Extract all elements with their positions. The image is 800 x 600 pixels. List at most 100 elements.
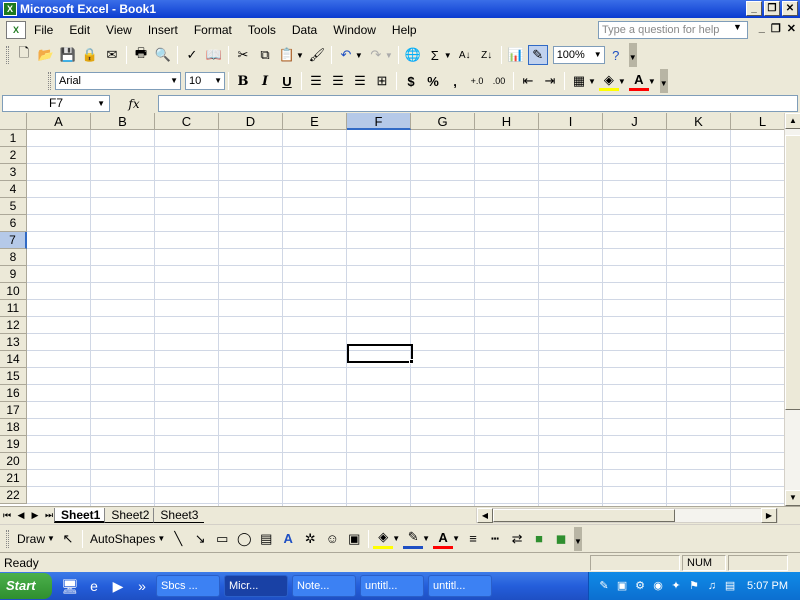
paste-icon[interactable]: 📋 [277, 45, 297, 65]
borders-dropdown-icon[interactable]: ▼ [588, 77, 596, 86]
font-select[interactable]: Arial ▼ [55, 72, 181, 90]
row-header-1[interactable]: 1 [0, 130, 27, 147]
clip-art-icon[interactable]: ☺ [322, 529, 342, 549]
select-all-button[interactable] [0, 113, 27, 130]
menu-insert[interactable]: Insert [140, 23, 186, 37]
align-right-icon[interactable]: ☰ [350, 71, 370, 91]
workbook-minimize-icon[interactable]: _ [759, 22, 765, 35]
column-header-b[interactable]: B [91, 113, 155, 130]
task-button-notepad[interactable]: Note... [292, 575, 356, 597]
scroll-up-button[interactable]: ▲ [785, 113, 800, 129]
align-left-icon[interactable]: ☰ [306, 71, 326, 91]
select-objects-icon[interactable]: ↖ [58, 529, 78, 549]
tray-app-icon[interactable]: ◉ [651, 579, 665, 593]
open-icon[interactable]: 📂 [36, 45, 56, 65]
name-box-dropdown-icon[interactable]: ▼ [97, 96, 105, 111]
redo-icon[interactable]: ↷ [366, 45, 386, 65]
next-sheet-icon[interactable]: ▶ [28, 510, 42, 521]
percent-button[interactable]: % [423, 71, 443, 91]
draw-menu-button[interactable]: Draw [13, 532, 49, 546]
sheet-tab-3[interactable]: Sheet3 [153, 507, 205, 523]
row-header-4[interactable]: 4 [0, 181, 27, 198]
menu-view[interactable]: View [98, 23, 140, 37]
toolbar-grip[interactable] [6, 46, 9, 64]
redo-dropdown-icon[interactable]: ▼ [385, 51, 393, 60]
autoshapes-dropdown-icon[interactable]: ▼ [157, 534, 165, 543]
underline-button[interactable]: U [277, 71, 297, 91]
menu-format[interactable]: Format [186, 23, 240, 37]
column-header-c[interactable]: C [155, 113, 219, 130]
excel-app-icon[interactable]: X [3, 2, 17, 16]
toolbar-grip[interactable] [48, 72, 51, 90]
decrease-decimal-icon[interactable]: .00 [489, 71, 509, 91]
row-header-15[interactable]: 15 [0, 368, 27, 385]
font-color-icon[interactable]: A [433, 529, 454, 549]
save-icon[interactable]: 💾 [58, 45, 78, 65]
media-player-icon[interactable]: ▶ [108, 576, 128, 596]
menu-help[interactable]: Help [384, 23, 425, 37]
quick-launch-more-icon[interactable]: » [132, 576, 152, 596]
picture-icon[interactable]: ▣ [344, 529, 364, 549]
bold-button[interactable]: B [233, 71, 253, 91]
workbook-restore-icon[interactable]: ❐ [771, 22, 781, 35]
scroll-right-button[interactable]: ▶ [761, 508, 777, 523]
autoshapes-menu-button[interactable]: AutoShapes [86, 532, 159, 546]
row-header-10[interactable]: 10 [0, 283, 27, 300]
scroll-left-button[interactable]: ◀ [477, 508, 493, 523]
column-header-f[interactable]: F [347, 113, 411, 130]
zoom-select[interactable]: 100% ▼ [552, 46, 605, 64]
row-header-12[interactable]: 12 [0, 317, 27, 334]
research-icon[interactable]: 📖 [204, 45, 224, 65]
fill-color-dropdown-icon[interactable]: ▼ [618, 77, 626, 86]
task-button-excel[interactable]: Micr... [224, 575, 288, 597]
menu-file[interactable]: File [26, 23, 61, 37]
font-color-dropdown-icon[interactable]: ▼ [648, 77, 656, 86]
dash-style-icon[interactable]: ┅ [485, 529, 505, 549]
email-icon[interactable]: ✉ [102, 45, 122, 65]
tray-app-icon[interactable]: ✎ [597, 579, 611, 593]
browser-icon[interactable]: e [84, 576, 104, 596]
close-button[interactable]: ✕ [782, 1, 798, 16]
task-button-sbcs[interactable]: Sbcs ... [156, 575, 220, 597]
font-color-icon[interactable]: A [628, 71, 649, 91]
spelling-icon[interactable]: ✓ [182, 45, 202, 65]
column-header-a[interactable]: A [27, 113, 91, 130]
horizontal-scroll-thumb[interactable] [493, 509, 675, 522]
row-header-17[interactable]: 17 [0, 402, 27, 419]
arrow-icon[interactable]: ↘ [190, 529, 210, 549]
format-painter-icon[interactable]: 🖌 [307, 45, 327, 65]
row-header-2[interactable]: 2 [0, 147, 27, 164]
increase-indent-icon[interactable]: ⇥ [540, 71, 560, 91]
workbook-close-icon[interactable]: ✕ [787, 22, 796, 35]
line-color-icon[interactable]: ✎ [403, 529, 424, 549]
chart-wizard-icon[interactable]: 📊 [506, 45, 526, 65]
new-icon[interactable]: 🗋 [14, 45, 34, 65]
start-button[interactable]: Start [0, 573, 52, 599]
horizontal-scrollbar[interactable]: ◀ ▶ [476, 508, 778, 523]
row-header-7[interactable]: 7 [0, 232, 27, 249]
vertical-scroll-thumb[interactable] [785, 135, 800, 410]
minimize-button[interactable]: _ [746, 1, 762, 16]
column-header-i[interactable]: I [539, 113, 603, 130]
column-header-g[interactable]: G [411, 113, 475, 130]
toolbar-options-icon[interactable]: ▼ [659, 69, 668, 93]
fill-color-dropdown-icon[interactable]: ▼ [392, 534, 400, 543]
line-style-icon[interactable]: ≡ [463, 529, 483, 549]
print-preview-icon[interactable]: 🔍 [153, 45, 173, 65]
workbook-icon[interactable]: X [6, 21, 26, 39]
font-size-select[interactable]: 10 ▼ [185, 72, 225, 90]
ask-question-input[interactable]: Type a question for help [598, 21, 748, 39]
wordart-icon[interactable]: A [278, 529, 298, 549]
row-header-13[interactable]: 13 [0, 334, 27, 351]
rectangle-icon[interactable]: ▭ [212, 529, 232, 549]
3d-style-icon[interactable]: ◼ [551, 529, 571, 549]
borders-icon[interactable]: ▦ [569, 71, 589, 91]
drawing-icon[interactable]: ✎ [527, 45, 548, 65]
insert-function-button[interactable]: fx [110, 97, 158, 111]
print-icon[interactable]: 🖶 [131, 45, 151, 65]
row-header-11[interactable]: 11 [0, 300, 27, 317]
draw-dropdown-icon[interactable]: ▼ [47, 534, 55, 543]
text-box-icon[interactable]: ▤ [256, 529, 276, 549]
help-icon[interactable]: ? [606, 45, 626, 65]
column-header-l[interactable]: L [731, 113, 784, 130]
